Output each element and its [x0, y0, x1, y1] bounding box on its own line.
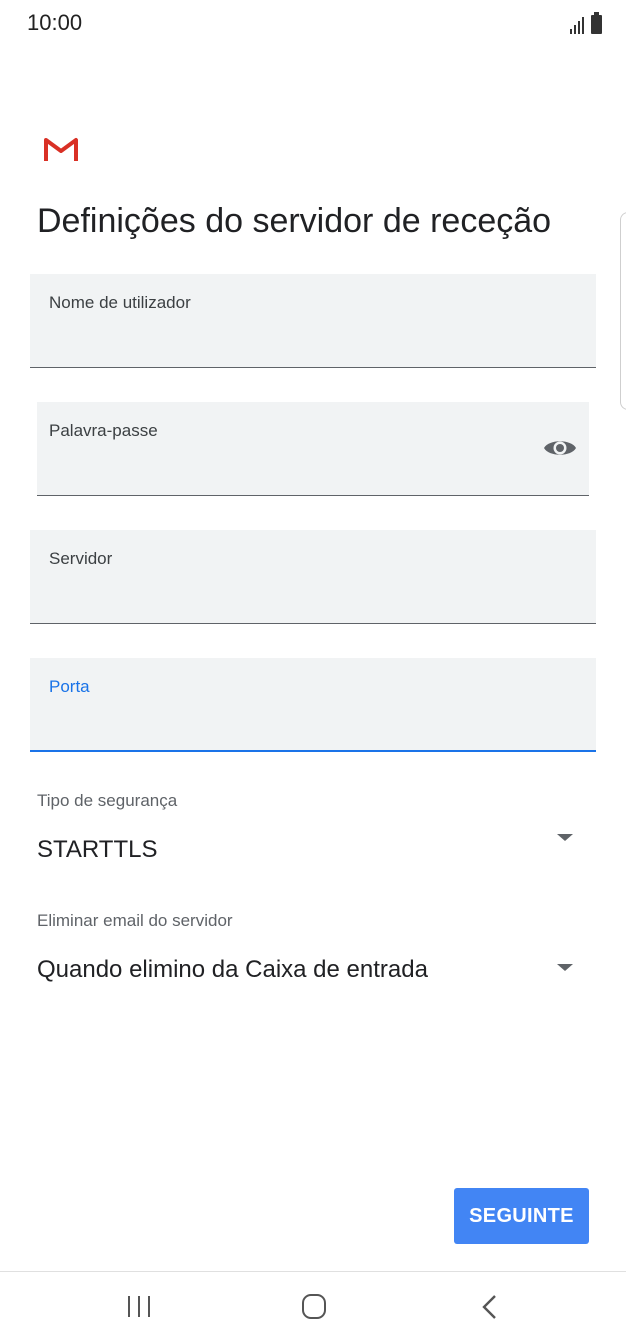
home-icon[interactable] [302, 1294, 326, 1319]
security-type-label: Tipo de segurança [37, 791, 178, 810]
delete-from-server-value: Quando elimino da Caixa de entrada [37, 956, 428, 983]
battery-icon [591, 12, 602, 34]
status-time: 10:00 [27, 10, 83, 35]
back-icon[interactable] [480, 1294, 500, 1320]
delete-from-server-label: Eliminar email do servidor [37, 911, 233, 930]
next-button[interactable]: SEGUINTE [454, 1188, 589, 1244]
incoming-server-settings-screen: 10:00 Definições do servidor de receção … [0, 0, 626, 1344]
username-field[interactable]: Nome de utilizador [30, 274, 596, 368]
nav-divider [0, 1271, 626, 1272]
server-field[interactable]: Servidor [30, 530, 596, 624]
chevron-down-icon [557, 834, 573, 841]
status-icons [570, 12, 602, 34]
port-field[interactable]: Porta [30, 658, 596, 752]
eye-icon[interactable] [543, 436, 577, 460]
gmail-icon [44, 138, 78, 161]
signal-icon [570, 17, 584, 34]
security-type-value: STARTTLS [37, 836, 158, 863]
username-label: Nome de utilizador [49, 293, 191, 312]
chevron-down-icon [557, 964, 573, 971]
password-label: Palavra-passe [49, 421, 158, 440]
page-title: Definições do servidor de receção [37, 202, 552, 240]
password-field[interactable]: Palavra-passe [37, 402, 589, 496]
server-label: Servidor [49, 549, 113, 568]
recents-icon[interactable] [128, 1296, 150, 1318]
port-label: Porta [49, 677, 90, 696]
scroll-indicator [620, 212, 626, 410]
